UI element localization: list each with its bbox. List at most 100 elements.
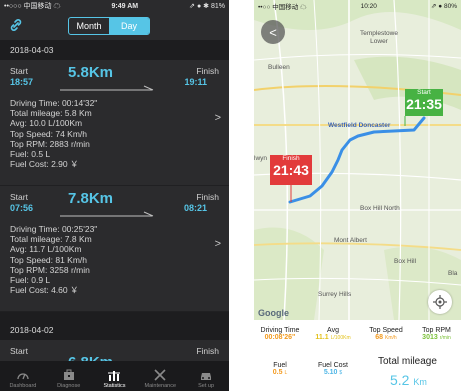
stat-top-speed: Top Speed 68 Km/h [360,327,412,341]
stat-label: Fuel Cost [318,362,348,369]
start-time: 07:56 [10,203,34,213]
toggle-month[interactable]: Month [69,18,109,34]
toolbox-icon [63,369,74,380]
stat-label: Driving Time [260,327,300,334]
finish-label: Finish [196,66,219,76]
google-logo: Google [258,308,289,318]
finish-label: Finish [196,192,219,202]
start-label: Start [10,346,28,356]
statistics-icon [108,371,121,381]
stat-fuel: Fuel 0.5 L [254,362,306,376]
battery-label: ⇗ ● ✱ 81% [189,3,225,10]
finish-time: 08:21 [183,203,207,213]
crosshair-icon [433,295,447,309]
finish-time: 19:11 [184,77,207,87]
map-label: Westfield Doncaster [328,122,391,129]
tab-label: Statistics [103,383,126,389]
locate-button[interactable] [428,290,452,314]
carrier-label: ••○○○ 中国移动 ☁ [4,3,61,10]
finish-label: Finish [196,346,219,356]
stat-line: Fuel: 0.5 L [10,149,51,160]
clock-label: 9:49 AM [111,2,139,10]
stat-value: 00:08'26" [264,334,296,341]
stat-unit: L [284,370,288,376]
stat-unit: $ [339,370,343,376]
tab-bar: Dashboard Diagnose Statistics Maintenanc… [0,361,229,391]
stat-line: Total mileage: 5.8 Km [10,108,92,119]
back-button[interactable]: < [261,20,285,44]
carrier-label: ••○○ 中国移动 ☁ [258,4,307,11]
link-icon[interactable] [9,18,23,32]
clock-label: 10:20 [360,2,377,10]
start-label: Start [10,66,28,76]
trip-detail-screen: ••○○ 中国移动 ☁ 10:20 ⇗ ● 80% < Templestowe … [254,0,461,391]
map-label: Bulleen [268,64,290,71]
trip-distance: 5.8Km [68,64,114,81]
stat-line: Top Speed: 74 Km/h [10,128,88,139]
tab-label: Dashboard [9,383,37,389]
stat-line: Driving Time: 00:14'32" [10,98,98,108]
tab-label: Maintenance [144,383,177,389]
stat-value: 11.1 [315,334,329,341]
stat-unit: L/100Km [330,335,351,341]
tab-setup[interactable]: Set up [183,361,229,391]
map-label: lwyn [254,155,268,162]
stat-line: Fuel Cost: 2.90 ￥ [10,159,79,170]
divider [0,312,229,320]
stat-label: Fuel [273,362,287,369]
stat-label: Top RPM [422,327,451,334]
gauge-icon [17,373,29,380]
wrench-icon [154,369,166,381]
route-map[interactable]: ••○○ 中国移动 ☁ 10:20 ⇗ ● 80% < Templestowe … [254,0,461,320]
map-label: Templestowe Lower [360,30,398,45]
trip-distance: 7.8Km [68,190,114,207]
trip-card[interactable]: Start Finish 18:57 5.8Km 19:11 Driving T… [0,60,229,186]
start-flag: Start 21:35 [405,89,443,116]
tab-label: Diagnose [57,383,81,389]
stat-line: Fuel Cost: 4.60 ￥ [10,285,79,296]
finish-flag-time: 21:43 [273,162,309,178]
tab-maintenance[interactable]: Maintenance [137,361,183,391]
trip-stats: Driving Time: 00:25'23" Total mileage: 7… [10,224,219,295]
stat-unit: Km/h [385,335,397,341]
start-time: 18:57 [10,77,34,87]
total-mileage-value: 5.2 Km [390,372,427,388]
finish-flag: Finish 21:43 [270,155,312,185]
trip-stats: Driving Time: 00:14'32" Total mileage: 5… [10,98,219,169]
stat-top-rpm: Top RPM 3013 r/min [412,327,461,341]
stat-fuel-cost: Fuel Cost 5.10 $ [307,362,359,376]
tab-statistics[interactable]: Statistics [92,361,138,391]
map-label: Box Hill North [360,205,400,212]
start-label: Start [10,192,28,202]
toggle-day[interactable]: Day [109,18,149,34]
date-header: 2018-04-02 [0,320,229,340]
stat-driving-time: Driving Time 00:08'26" [254,327,306,341]
stat-line: Top Speed: 81 Km/h [10,254,88,265]
stat-value: 0.5 [272,369,283,376]
car-icon [201,373,212,380]
chevron-left-icon: < [269,24,277,40]
map-label: Box Hill [394,258,417,265]
stat-line: Avg: 10.0 L/100Km [10,118,83,129]
start-flag-time: 21:35 [406,96,442,112]
stat-unit: r/min [439,335,451,341]
total-mileage-unit: Km [413,377,427,387]
tab-diagnose[interactable]: Diagnose [46,361,92,391]
battery-label: ⇗ ● 80% [430,3,457,10]
status-bar: ••○○ 中国移动 ☁ 10:20 ⇗ ● 80% [254,0,461,12]
date-header: 2018-04-03 [0,40,229,60]
month-day-toggle: Month Day [68,17,150,35]
stat-line: Fuel: 0.9 L [10,275,51,286]
chevron-right-icon: > [214,238,221,250]
tab-dashboard[interactable]: Dashboard [0,361,46,391]
stat-line: Driving Time: 00:25'23" [10,224,98,234]
stat-value: 5.10 [323,369,338,376]
total-mileage-label: Total mileage [378,356,437,367]
trip-card[interactable]: Start Finish 07:56 7.8Km 08:21 Driving T… [0,186,229,312]
stat-label: Top Speed [369,327,403,334]
stat-value: 3013 [422,334,438,341]
tab-label: Set up [198,383,215,389]
stat-line: Top RPM: 2883 r/min [10,138,90,149]
map-label: Surrey Hills [318,291,352,298]
stat-label: Avg [327,327,339,334]
